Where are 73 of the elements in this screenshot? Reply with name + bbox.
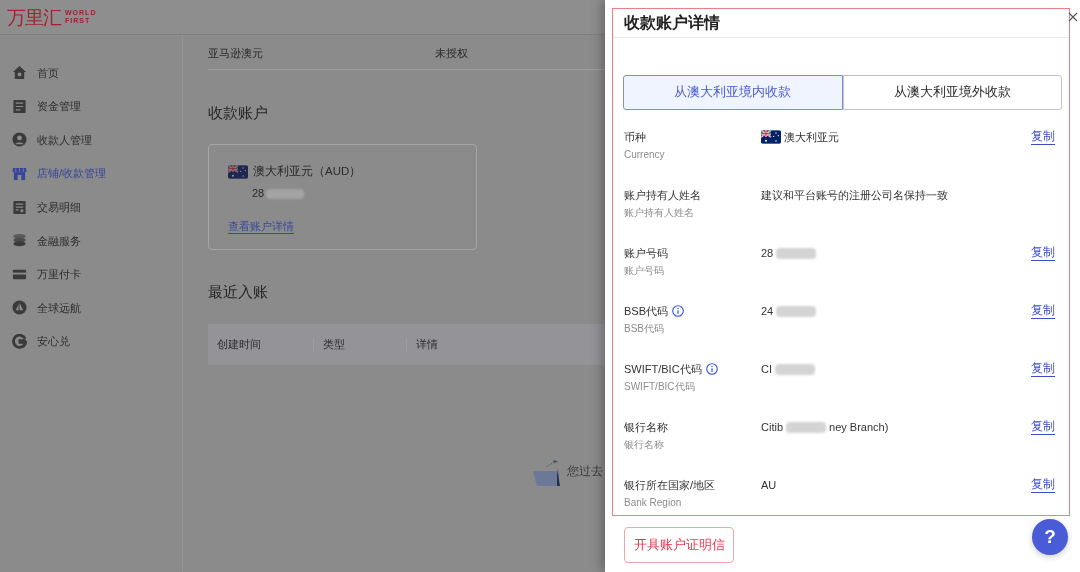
sidebar-item[interactable]: 万里付卡 [0,257,182,292]
authorization-status: 未授权 [435,45,468,61]
copy-link[interactable]: 复制 [1031,303,1055,319]
field-sublabel: 银行名称 [624,438,665,452]
column-header: 创建时间 [217,337,261,353]
value-text: ney Branch) [829,419,889,435]
info-icon[interactable] [672,305,684,317]
copy-link[interactable]: 复制 [1031,129,1055,145]
field-label: 账户号码 [624,245,668,261]
value-text: 28 [761,245,774,261]
field-sublabel: 账户号码 [624,264,665,278]
copy-link[interactable]: 复制 [1031,477,1055,493]
column-header: 详情 [416,337,438,353]
field-label: 币种 [624,129,646,145]
value-text: 28 [252,186,265,202]
coin-stack-icon [12,233,27,249]
value-text: CI [761,361,772,377]
sidebar-item[interactable]: 资金管理 [0,89,182,124]
copy-link[interactable]: 复制 [1031,419,1055,435]
empty-folder-icon [532,457,562,487]
sidebar-item[interactable]: 店铺/收款管理 [0,156,182,191]
g-shape-icon [12,334,27,350]
store-icon [12,166,27,182]
help-button[interactable]: ? [1032,519,1068,555]
copy-link[interactable]: 复制 [1031,361,1055,377]
section-heading: 最近入账 [208,282,269,302]
sidebar-item[interactable]: 金融服务 [0,223,182,258]
value-text: 建议和平台账号的注册公司名保持一致 [761,187,948,203]
currency-name: 澳大利亚元（AUD） [253,164,362,179]
sidebar-item[interactable]: 全球远航 [0,291,182,325]
field-sublabel: SWIFT/BIC代码 [624,380,696,394]
certificate-button[interactable]: 开具账户证明信 [624,527,734,563]
value-text: Citib [761,419,783,435]
column-header: 类型 [323,337,345,353]
blurred-redaction [775,363,815,375]
document-list-icon [12,199,27,215]
value-text: 澳大利亚元 [784,129,839,145]
home-icon [12,65,27,81]
blurred-redaction [266,188,305,199]
australian-flag-icon [228,164,248,179]
field-label: 银行所在国家/地区 [624,477,716,493]
copy-link[interactable]: 复制 [1031,245,1055,261]
field-label: 银行名称 [624,419,668,435]
close-icon[interactable] [1068,12,1078,22]
view-details-link[interactable]: 查看账户详情 [228,218,294,234]
section-heading: 收款账户 [208,103,269,123]
field-label: 账户持有人姓名 [624,187,701,203]
field-label: BSB代码 [624,303,668,319]
value-text: 24 [761,303,774,319]
field-label: SWIFT/BIC代码 [624,361,702,377]
field-sublabel: BSB代码 [624,322,665,336]
user-circle-icon [12,132,27,148]
blurred-redaction [776,305,817,317]
sidebar-item[interactable]: 首页 [0,56,182,90]
value-text: AU [761,477,777,493]
tab[interactable]: 从澳大利亚境外收款 [842,75,1062,110]
sailboat-icon [12,300,27,316]
sidebar-item[interactable]: 交易明细 [0,190,182,224]
drawer-title: 收款账户详情 [624,13,720,34]
sidebar-item[interactable]: 安心兑 [0,324,182,359]
sidebar-item[interactable]: 收款人管理 [0,123,182,157]
store-name: 亚马逊澳元 [208,45,264,61]
info-icon[interactable] [705,363,718,375]
empty-state-text: 您过去 [567,464,603,480]
blurred-redaction [786,421,826,433]
field-sublabel: 账户持有人姓名 [624,206,695,220]
ledger-icon [12,98,27,114]
tab[interactable]: 从澳大利亚境内收款 [623,75,843,110]
field-sublabel: Bank Region [624,496,683,510]
blurred-redaction [776,247,817,259]
logo-chinese-text: 万里汇 [7,7,61,27]
field-sublabel: Currency [624,148,666,162]
australian-flag-icon [761,130,781,144]
